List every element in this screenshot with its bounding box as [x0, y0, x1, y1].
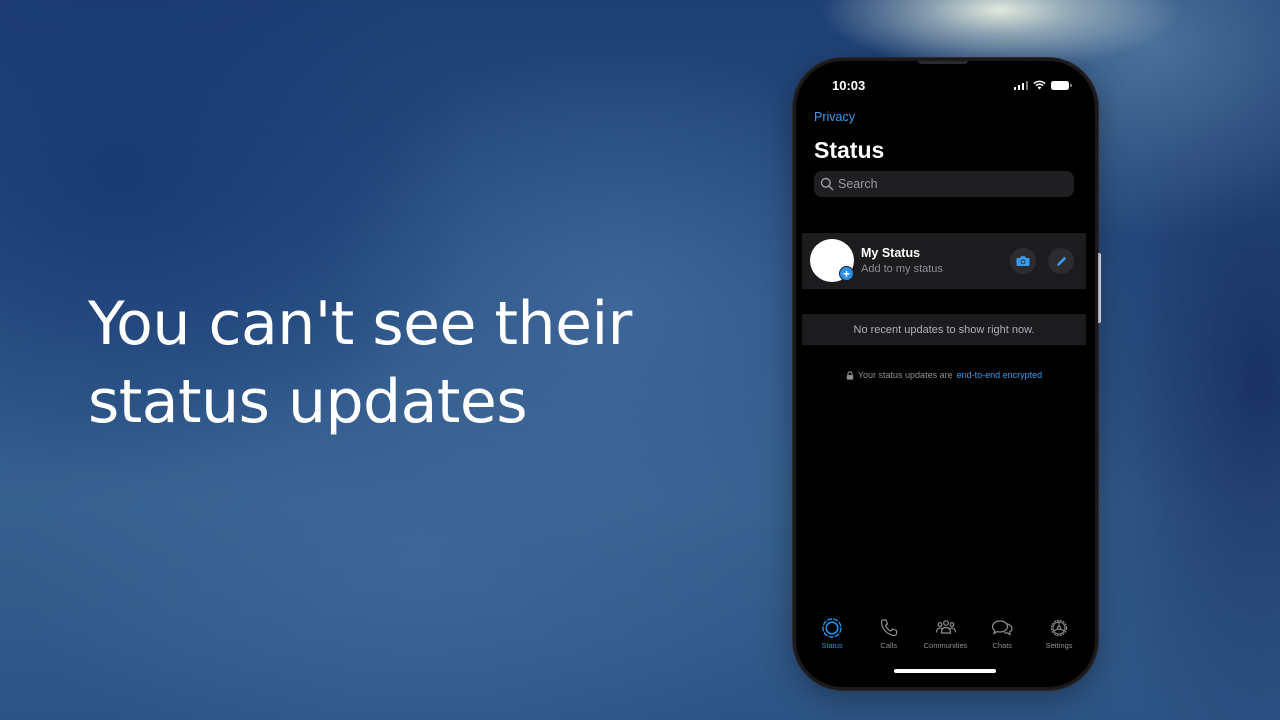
battery-icon	[1051, 80, 1072, 90]
page-title: Status	[814, 137, 885, 163]
headline: You can't see their status updates	[88, 285, 632, 441]
tab-status-label: Status	[821, 641, 843, 650]
status-icons	[1013, 80, 1072, 90]
phone-device: 10:03 Privacy Status Search + My Status …	[793, 58, 1101, 690]
add-status-plus-icon[interactable]: +	[839, 266, 854, 281]
status-icon	[822, 618, 842, 638]
chats-icon	[992, 620, 1013, 636]
communities-icon	[935, 620, 956, 634]
headline-line-2: status updates	[88, 367, 528, 437]
phone-side-button	[1098, 253, 1101, 323]
phone-icon	[880, 619, 897, 637]
phone-screen: 10:03 Privacy Status Search + My Status …	[796, 61, 1095, 687]
camera-button[interactable]	[1010, 248, 1036, 274]
tab-communities-label: Communities	[923, 641, 968, 650]
back-button-privacy[interactable]: Privacy	[814, 110, 855, 124]
tab-calls[interactable]: Calls	[861, 617, 917, 657]
wifi-icon	[1033, 80, 1046, 90]
encryption-note: Your status updates are end-to-end encry…	[796, 370, 1092, 380]
pencil-icon	[1056, 256, 1066, 266]
tab-settings-label: Settings	[1045, 641, 1073, 650]
tab-status[interactable]: Status	[804, 617, 860, 657]
gear-icon	[1050, 619, 1068, 637]
encryption-note-text: Your status updates are	[857, 370, 953, 380]
my-status-name: My Status	[861, 246, 921, 260]
my-status-row[interactable]: + My Status Add to my status	[802, 233, 1086, 289]
status-bar: 10:03	[832, 77, 1072, 93]
tab-chats[interactable]: Chats	[974, 617, 1030, 657]
tab-communities[interactable]: Communities	[918, 617, 974, 657]
status-time: 10:03	[832, 77, 866, 93]
encryption-link[interactable]: end-to-end encrypted	[957, 370, 1043, 380]
cellular-signal-icon	[1013, 80, 1028, 90]
my-status-subtitle: Add to my status	[861, 263, 943, 275]
text-status-button[interactable]	[1048, 248, 1074, 274]
tab-calls-label: Calls	[880, 641, 898, 650]
empty-updates-banner: No recent updates to show right now.	[802, 314, 1086, 345]
lock-icon	[846, 370, 854, 380]
speaker-notch	[918, 61, 968, 64]
headline-line-1: You can't see their	[88, 289, 632, 359]
tab-bar: Status Calls Communities Chats Settings	[804, 617, 1087, 657]
my-status-text: My Status Add to my status	[861, 246, 943, 275]
search-placeholder: Search	[838, 177, 878, 191]
camera-icon	[1016, 256, 1030, 266]
tab-chats-label: Chats	[992, 641, 1013, 650]
home-indicator[interactable]	[894, 669, 996, 673]
tab-settings[interactable]: Settings	[1031, 617, 1087, 657]
search-icon	[820, 177, 834, 191]
search-input[interactable]: Search	[814, 171, 1074, 197]
